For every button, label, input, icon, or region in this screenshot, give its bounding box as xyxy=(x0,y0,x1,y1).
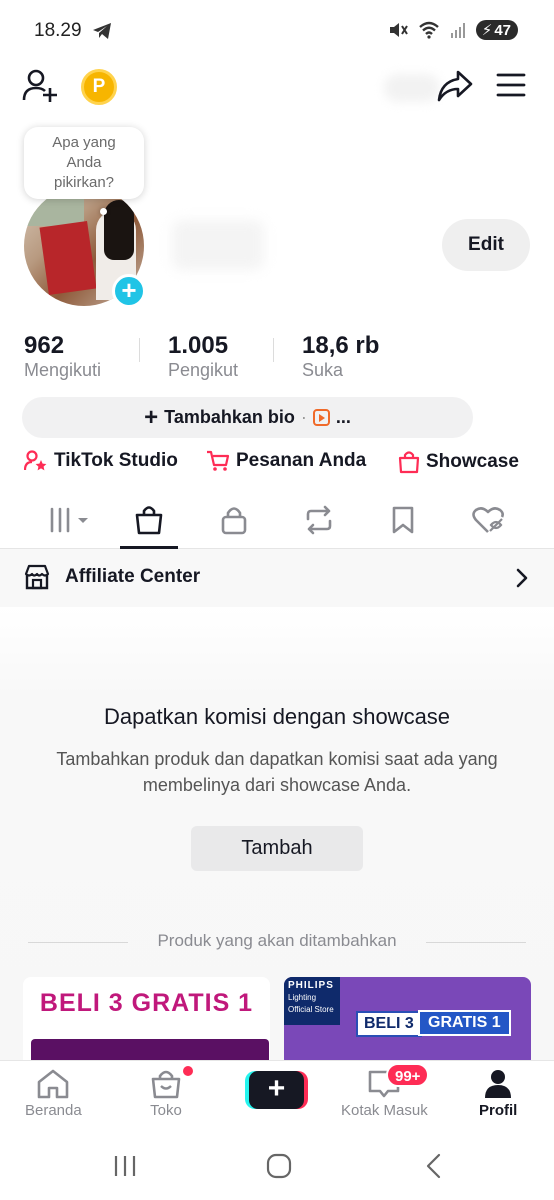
product-promo-text: BELI 3 GRATIS 1 xyxy=(39,989,254,1017)
telegram-icon xyxy=(93,23,111,39)
nav-home-label: Beranda xyxy=(25,1102,82,1119)
section-label: Produk yang akan ditambahkan xyxy=(157,931,397,950)
note-bubble[interactable]: Apa yang Anda pikirkan? xyxy=(24,127,144,199)
tiktok-studio-label: TikTok Studio xyxy=(54,450,178,471)
shop-notification-dot xyxy=(183,1066,193,1076)
repost-icon xyxy=(306,505,332,535)
product-card[interactable]: BELI 3 GRATIS 1 xyxy=(23,977,270,1067)
profile-icon xyxy=(485,1070,512,1098)
nav-profile[interactable]: Profil xyxy=(479,1068,517,1119)
brand-name: PHILIPS xyxy=(288,980,334,991)
nav-home[interactable]: Beranda xyxy=(25,1068,82,1119)
tiktok-studio-link[interactable]: TikTok Studio xyxy=(24,450,178,472)
recents-icon[interactable] xyxy=(112,1154,138,1178)
heart-hidden-icon xyxy=(472,507,504,533)
plus-icon: + xyxy=(144,403,159,431)
promo-gratis: GRATIS 1 xyxy=(418,1010,511,1036)
cart-icon xyxy=(207,450,230,471)
tab-liked[interactable] xyxy=(468,500,508,540)
bio-more: ... xyxy=(335,407,351,427)
wifi-icon xyxy=(418,21,439,39)
likes-label[interactable]: Suka xyxy=(302,360,343,381)
promo-beli: BELI 3 xyxy=(356,1011,422,1037)
add-bio-button[interactable]: + Tambahkan bio · ... xyxy=(22,397,473,438)
following-label[interactable]: Mengikuti xyxy=(24,360,101,381)
back-icon[interactable] xyxy=(424,1153,444,1179)
following-count[interactable]: 962 xyxy=(24,332,64,360)
store-icon xyxy=(24,564,50,590)
create-plus-icon: + xyxy=(249,1071,304,1109)
brand-sub1: Lighting xyxy=(288,993,317,1002)
tab-showcase[interactable] xyxy=(129,500,169,540)
edit-profile-button[interactable]: Edit xyxy=(442,219,530,271)
bookmark-icon xyxy=(392,506,414,534)
person-star-icon xyxy=(24,450,47,471)
create-button[interactable]: + xyxy=(245,1071,308,1109)
bio-separator: · xyxy=(300,407,307,427)
share-icon[interactable] xyxy=(436,68,474,104)
tab-reposts[interactable] xyxy=(299,500,339,540)
note-line2: Anda xyxy=(66,154,102,171)
display-name-blurred xyxy=(172,220,264,270)
orders-label: Pesanan Anda xyxy=(236,450,367,471)
tab-favorites[interactable] xyxy=(383,500,423,540)
menu-icon[interactable] xyxy=(496,70,526,100)
nav-profile-label: Profil xyxy=(479,1102,518,1119)
status-time: 18.29 xyxy=(34,20,82,41)
add-bio-label: Tambahkan bio xyxy=(164,407,295,427)
shop-bag-icon xyxy=(151,1070,181,1099)
add-product-button[interactable]: Tambah xyxy=(191,826,363,871)
battery-level: 47 xyxy=(494,21,511,39)
followers-label[interactable]: Pengikut xyxy=(168,360,238,381)
avatar-add-button[interactable]: + xyxy=(112,274,146,308)
orders-link[interactable]: Pesanan Anda xyxy=(206,450,366,472)
tab-private[interactable] xyxy=(214,500,254,540)
stat-divider xyxy=(273,338,274,362)
home-button-icon[interactable] xyxy=(266,1153,292,1179)
signal-icon xyxy=(450,23,465,38)
grid-icon xyxy=(50,507,88,533)
showcase-link[interactable]: Showcase xyxy=(398,450,519,474)
home-icon xyxy=(38,1069,69,1099)
status-icons: ⚡ 47 xyxy=(388,20,518,40)
likes-count[interactable]: 18,6 rb xyxy=(302,332,379,360)
lock-icon xyxy=(221,507,247,535)
coin-icon[interactable]: P xyxy=(81,69,117,105)
note-line3: pikirkan? xyxy=(53,174,115,191)
stat-divider xyxy=(139,338,140,362)
username-blurred xyxy=(384,74,440,102)
charging-icon: ⚡ xyxy=(481,22,493,39)
tab-videos[interactable] xyxy=(48,500,94,540)
mute-icon xyxy=(389,23,408,37)
video-play-icon xyxy=(312,409,330,426)
brand-logo: PHILIPS Lighting Official Store xyxy=(284,977,340,1025)
chevron-right-icon xyxy=(516,568,528,588)
empty-state-title: Dapatkan komisi dengan showcase xyxy=(103,704,451,729)
note-bubble-tail xyxy=(100,208,107,215)
brand-sub2: Official Store xyxy=(288,1005,334,1014)
showcase-label: Showcase xyxy=(426,451,519,472)
battery-indicator: ⚡ 47 xyxy=(475,20,518,40)
product-card[interactable]: PHILIPS Lighting Official Store BELI 3 G… xyxy=(284,977,531,1067)
bag-icon xyxy=(398,451,420,474)
bag-icon xyxy=(135,506,163,535)
nav-shop[interactable]: Toko xyxy=(148,1068,184,1119)
nav-inbox-label: Kotak Masuk xyxy=(341,1102,428,1119)
empty-state-description: Tambahkan produk dan dapatkan komisi saa… xyxy=(56,749,498,795)
note-line1: Apa yang xyxy=(52,134,116,151)
inbox-badge: 99+ xyxy=(386,1063,430,1087)
add-user-icon[interactable] xyxy=(22,68,60,104)
affiliate-center-label: Affiliate Center xyxy=(65,566,201,587)
nav-shop-label: Toko xyxy=(150,1102,182,1119)
section-divider-right xyxy=(426,942,526,943)
followers-count[interactable]: 1.005 xyxy=(168,332,228,360)
